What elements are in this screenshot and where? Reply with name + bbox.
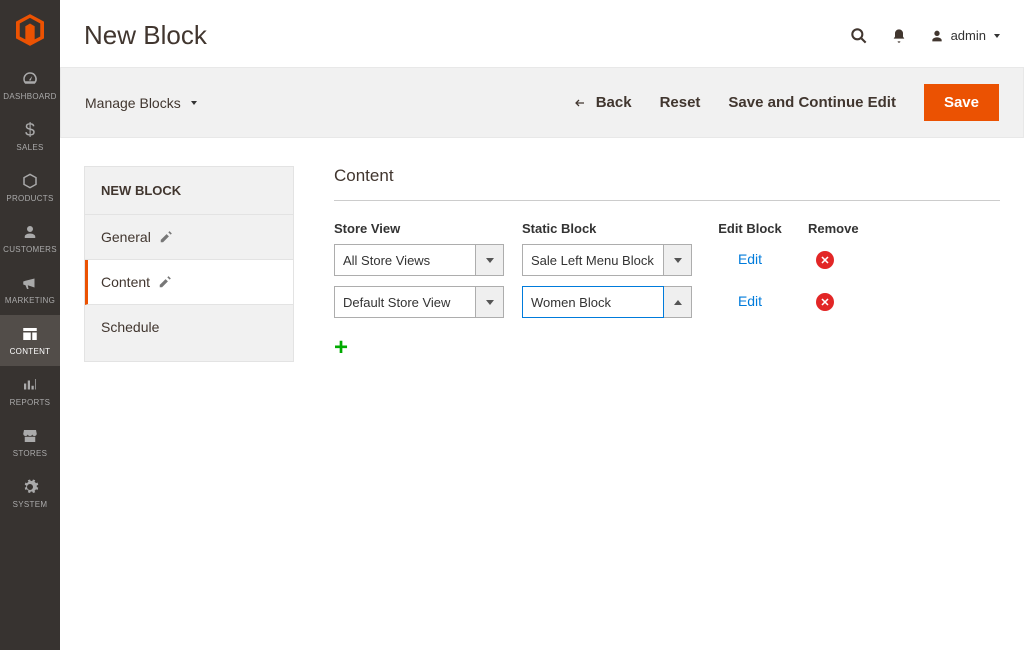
header-icons: admin — [849, 26, 1000, 46]
chevron-down-icon — [486, 258, 494, 263]
search-icon[interactable] — [849, 26, 869, 46]
col-header-edit: Edit Block — [710, 221, 790, 236]
page-title: New Block — [84, 20, 207, 51]
select-caret[interactable] — [476, 286, 504, 318]
pencil-icon — [158, 275, 172, 289]
action-bar: Manage Blocks Back Reset Save and Contin… — [60, 67, 1024, 138]
sidebar-item-label: SYSTEM — [13, 500, 48, 509]
sidebar-item-label: DASHBOARD — [3, 92, 56, 101]
select-value: Sale Left Menu Block — [522, 244, 664, 276]
select-caret[interactable] — [664, 244, 692, 276]
sidebar-item-reports[interactable]: REPORTS — [0, 366, 60, 417]
select-value: Default Store View — [334, 286, 476, 318]
sidebar-item-label: CUSTOMERS — [3, 245, 57, 254]
edit-cell: Edit — [710, 293, 790, 311]
form-content: Content Store View Static Block Edit Blo… — [334, 166, 1000, 362]
edit-link[interactable]: Edit — [738, 293, 762, 309]
sidebar-item-system[interactable]: SYSTEM — [0, 468, 60, 519]
sidebar-item-label: REPORTS — [10, 398, 51, 407]
sidebar-item-marketing[interactable]: MARKETING — [0, 264, 60, 315]
save-continue-label: Save and Continue Edit — [728, 94, 896, 111]
select-value: Women Block — [522, 286, 664, 318]
close-icon: ✕ — [820, 254, 829, 267]
sidebar-item-content[interactable]: CONTENT — [0, 315, 60, 366]
side-tabs: NEW BLOCK General Content Schedule — [84, 166, 294, 362]
tab-schedule[interactable]: Schedule — [85, 305, 293, 349]
pencil-icon — [159, 230, 173, 244]
select-caret[interactable] — [664, 286, 692, 318]
sidebar-item-label: MARKETING — [5, 296, 55, 305]
back-button[interactable]: Back — [572, 94, 632, 111]
sidebar-item-sales[interactable]: $ SALES — [0, 111, 60, 162]
tab-content[interactable]: Content — [85, 260, 293, 305]
close-icon: ✕ — [820, 296, 829, 309]
tab-label: General — [101, 229, 151, 245]
col-header-static-block: Static Block — [522, 221, 692, 236]
chevron-up-icon — [674, 300, 682, 305]
reset-button[interactable]: Reset — [660, 94, 701, 111]
save-button[interactable]: Save — [924, 84, 999, 121]
arrow-left-icon — [572, 97, 588, 109]
plus-icon: + — [334, 334, 348, 361]
remove-button[interactable]: ✕ — [816, 251, 834, 269]
chevron-down-icon — [191, 101, 197, 105]
chevron-down-icon — [994, 34, 1000, 38]
col-header-store-view: Store View — [334, 221, 504, 236]
sidebar-item-label: PRODUCTS — [6, 194, 53, 203]
logo[interactable] — [0, 0, 60, 60]
table-row: All Store Views Sale Left Menu Block Edi… — [334, 244, 1000, 276]
sidebar-item-label: STORES — [13, 449, 48, 458]
select-caret[interactable] — [476, 244, 504, 276]
reset-label: Reset — [660, 94, 701, 111]
breadcrumb-label: Manage Blocks — [85, 95, 181, 111]
tab-label: Schedule — [101, 319, 159, 335]
dollar-icon: $ — [20, 121, 40, 139]
top-header: New Block admin — [60, 0, 1024, 67]
user-icon — [929, 28, 945, 44]
admin-name: admin — [951, 28, 986, 43]
add-row-button[interactable]: + — [334, 334, 348, 362]
chevron-down-icon — [674, 258, 682, 263]
action-buttons: Back Reset Save and Continue Edit Save — [572, 84, 999, 121]
remove-cell: ✕ — [808, 251, 868, 270]
content-area: NEW BLOCK General Content Schedule Conte… — [60, 138, 1024, 390]
sidebar-item-customers[interactable]: CUSTOMERS — [0, 213, 60, 264]
edit-link[interactable]: Edit — [738, 251, 762, 267]
side-tabs-header: NEW BLOCK — [85, 167, 293, 215]
sidebar: DASHBOARD $ SALES PRODUCTS CUSTOMERS MAR… — [0, 0, 60, 650]
chevron-down-icon — [486, 300, 494, 305]
sidebar-item-dashboard[interactable]: DASHBOARD — [0, 60, 60, 111]
store-view-select[interactable]: All Store Views — [334, 244, 504, 276]
back-label: Back — [596, 94, 632, 111]
sidebar-item-label: CONTENT — [10, 347, 51, 356]
col-header-remove: Remove — [808, 221, 868, 236]
select-value: All Store Views — [334, 244, 476, 276]
table-row: Default Store View Women Block Edit ✕ — [334, 286, 1000, 318]
admin-menu[interactable]: admin — [929, 28, 1000, 44]
tab-label: Content — [101, 274, 150, 290]
breadcrumb-manage-blocks[interactable]: Manage Blocks — [85, 95, 197, 111]
sidebar-item-stores[interactable]: STORES — [0, 417, 60, 468]
store-view-select[interactable]: Default Store View — [334, 286, 504, 318]
save-continue-button[interactable]: Save and Continue Edit — [728, 94, 896, 111]
notification-icon[interactable] — [891, 28, 907, 44]
edit-cell: Edit — [710, 251, 790, 269]
sidebar-item-label: SALES — [16, 143, 43, 152]
tab-general[interactable]: General — [85, 215, 293, 260]
section-title: Content — [334, 166, 1000, 201]
remove-button[interactable]: ✕ — [816, 293, 834, 311]
static-block-select[interactable]: Sale Left Menu Block — [522, 244, 692, 276]
static-block-select[interactable]: Women Block — [522, 286, 692, 318]
table-headers: Store View Static Block Edit Block Remov… — [334, 221, 1000, 236]
remove-cell: ✕ — [808, 293, 868, 312]
sidebar-item-products[interactable]: PRODUCTS — [0, 162, 60, 213]
main: New Block admin Manage Blocks — [60, 0, 1024, 650]
